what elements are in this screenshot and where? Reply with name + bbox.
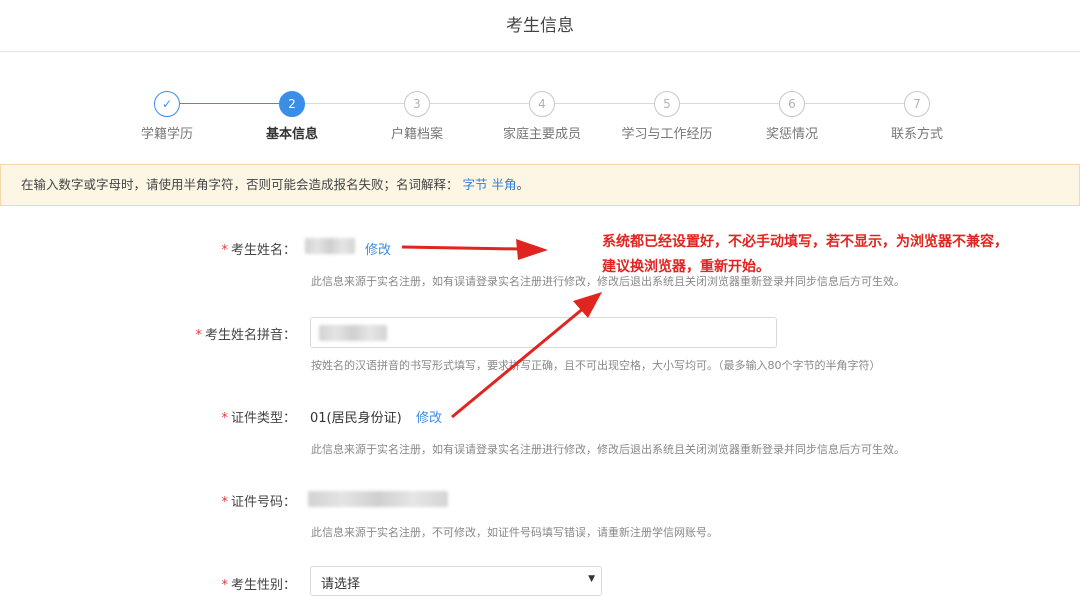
arrow-head-icon — [573, 292, 602, 318]
step-number: 2 — [279, 91, 305, 117]
step-7[interactable]: 7 联系方式 — [847, 88, 987, 142]
annotation-note: 系统都已经设置好，不必手动填写，若不显示，为浏览器不兼容， 建议换浏览器，重新开… — [602, 230, 1062, 280]
notice-text: 在输入数字或字母时，请使用半角字符，否则可能会造成报名失败；名词解释： — [21, 177, 459, 192]
halfwidth-term-link[interactable]: 半角 — [492, 177, 517, 192]
name-label: * 考生姓名： — [221, 243, 296, 258]
page-header: 考生信息 — [0, 0, 1080, 52]
step-3[interactable]: 3 户籍档案 — [347, 88, 487, 142]
gender-select[interactable]: 请选择 ▼ — [310, 566, 602, 596]
arrow-to-name-field — [401, 245, 521, 251]
pinyin-input[interactable] — [310, 317, 777, 348]
masked-pinyin-value — [319, 325, 387, 341]
step-4[interactable]: 4 家庭主要成员 — [472, 88, 612, 142]
notice-end: 。 — [516, 177, 530, 192]
required-mark: * — [221, 411, 228, 426]
notice-banner: 在输入数字或字母时，请使用半角字符，否则可能会造成报名失败；名词解释： 字节 半角。 — [0, 164, 1080, 206]
pinyin-hint: 按姓名的汉语拼音的书写形式填写，要求拼写正确，且不可出现空格，大小写均可。（最多… — [311, 359, 881, 372]
edit-name-link[interactable]: 修改 — [365, 239, 391, 258]
step-number: 3 — [404, 91, 430, 117]
annotation-line-2: 建议换浏览器，重新开始。 — [602, 259, 770, 275]
step-label: 基本信息 — [265, 127, 318, 142]
step-label: 学籍学历 — [140, 127, 193, 142]
step-label: 学习与工作经历 — [621, 127, 713, 142]
step-label: 户籍档案 — [390, 127, 443, 142]
gender-selected-value: 请选择 — [321, 577, 361, 592]
step-6[interactable]: 6 奖惩情况 — [722, 88, 862, 142]
step-number: 6 — [779, 91, 805, 117]
step-number: 7 — [904, 91, 930, 117]
step-1[interactable]: ✓ 学籍学历 — [97, 88, 237, 142]
id-number-hint: 此信息来源于实名注册，不可修改，如证件号码填写错误，请重新注册学信网账号。 — [311, 526, 718, 539]
arrow-head-icon — [516, 239, 548, 260]
step-number: 4 — [529, 91, 555, 117]
progress-stepper: ✓ 学籍学历 2 基本信息 3 户籍档案 4 家庭主要成员 5 学习与工作经历 … — [0, 88, 1080, 148]
pinyin-label: * 考生姓名拼音： — [195, 328, 296, 343]
id-type-value: 01(居民身份证) — [310, 411, 402, 426]
masked-name-value — [305, 238, 355, 254]
required-mark: * — [195, 328, 202, 343]
required-mark: * — [221, 578, 228, 593]
gender-label: * 考生性别： — [221, 578, 296, 593]
page-title: 考生信息 — [506, 16, 574, 36]
step-2[interactable]: 2 基本信息 — [222, 88, 362, 142]
step-number: 5 — [654, 91, 680, 117]
dropdown-arrow-icon: ▼ — [588, 574, 595, 584]
masked-id-number-value — [308, 491, 448, 507]
step-label: 家庭主要成员 — [502, 127, 581, 142]
annotation-line-1: 系统都已经设置好，不必手动填写，若不显示，为浏览器不兼容， — [602, 234, 1008, 250]
step-5[interactable]: 5 学习与工作经历 — [597, 88, 737, 142]
edit-id-type-link[interactable]: 修改 — [416, 407, 442, 426]
required-mark: * — [221, 495, 228, 510]
id-type-hint: 此信息来源于实名注册，如有误请登录实名注册进行修改，修改后退出系统且关闭浏览器重… — [311, 443, 905, 456]
id-type-label: * 证件类型： — [221, 411, 296, 426]
byte-term-link[interactable]: 字节 — [463, 177, 488, 192]
step-label: 联系方式 — [890, 127, 943, 142]
step-label: 奖惩情况 — [765, 127, 818, 142]
check-icon: ✓ — [154, 91, 180, 117]
id-number-label: * 证件号码： — [221, 495, 296, 510]
required-mark: * — [221, 243, 228, 258]
